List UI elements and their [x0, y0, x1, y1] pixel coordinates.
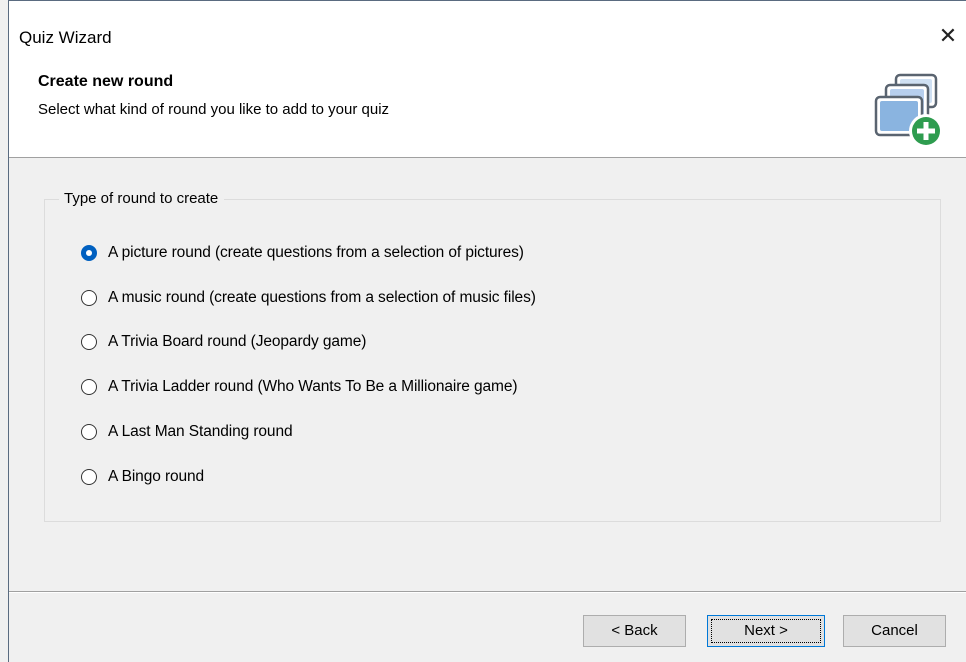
window-title: Quiz Wizard	[19, 28, 112, 47]
title-bar: Quiz Wizard ✕	[9, 1, 966, 59]
header-subtitle: Select what kind of round you like to ad…	[38, 101, 390, 118]
radio-label: A Trivia Ladder round (Who Wants To Be a…	[108, 378, 518, 395]
wizard-header: Create new round Select what kind of rou…	[9, 59, 966, 158]
radio-button[interactable]	[81, 334, 97, 350]
header-title: Create new round	[38, 73, 174, 90]
radio-trivia-board-round[interactable]: A Trivia Board round (Jeopardy game)	[81, 331, 366, 353]
close-button[interactable]: ✕	[930, 23, 966, 51]
radio-label: A music round (create questions from a s…	[108, 289, 536, 306]
cancel-button[interactable]: Cancel	[843, 615, 946, 647]
radio-bingo-round[interactable]: A Bingo round	[81, 466, 204, 488]
radio-label: A Trivia Board round (Jeopardy game)	[108, 333, 367, 350]
add-round-icon	[874, 73, 943, 148]
footer-separator	[9, 591, 966, 593]
focus-indicator	[711, 619, 821, 643]
radio-music-round[interactable]: A music round (create questions from a s…	[81, 287, 536, 309]
radio-label: A Last Man Standing round	[108, 423, 293, 440]
radio-button[interactable]	[81, 379, 97, 395]
quiz-wizard-window: Quiz Wizard ✕ Create new round Select wh…	[8, 0, 966, 662]
radio-button[interactable]	[81, 290, 97, 306]
radio-button[interactable]	[81, 469, 97, 485]
radio-label: A Bingo round	[108, 468, 205, 485]
radio-trivia-ladder-round[interactable]: A Trivia Ladder round (Who Wants To Be a…	[81, 376, 518, 398]
next-button[interactable]: Next >	[707, 615, 825, 647]
radio-button-checked[interactable]	[81, 245, 97, 261]
radio-button[interactable]	[81, 424, 97, 440]
radio-picture-round[interactable]: A picture round (create questions from a…	[81, 242, 524, 264]
back-button[interactable]: < Back	[583, 615, 686, 647]
radio-label: A picture round (create questions from a…	[108, 244, 524, 261]
groupbox-legend: Type of round to create	[59, 189, 225, 209]
radio-last-man-standing-round[interactable]: A Last Man Standing round	[81, 421, 293, 443]
